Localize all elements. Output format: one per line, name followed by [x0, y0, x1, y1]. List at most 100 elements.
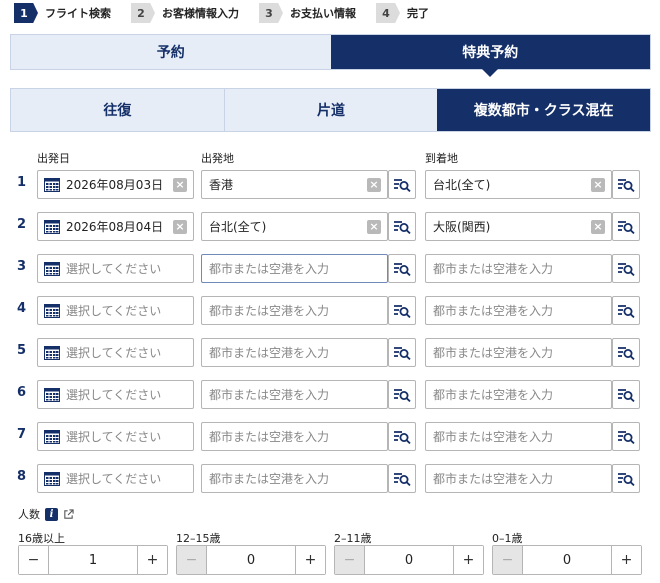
destination-input[interactable]: 台北(全て) ×: [425, 170, 612, 199]
calendar-icon: [44, 177, 60, 192]
departure-date-field[interactable]: 選択してください: [37, 464, 194, 493]
passenger-count-value[interactable]: 1: [49, 546, 137, 574]
list-search-icon: [394, 304, 411, 318]
origin-search-button[interactable]: [388, 170, 416, 199]
clear-icon[interactable]: ×: [173, 177, 187, 192]
segment-number: 1: [17, 175, 27, 190]
origin-input[interactable]: 台北(全て) ×: [201, 212, 388, 241]
departure-date-field[interactable]: 選択してください: [37, 254, 194, 283]
external-link-icon[interactable]: [63, 508, 74, 520]
passenger-count-stepper: −0 +: [176, 545, 326, 575]
booking-type-tabs: 予約 特典予約: [10, 34, 651, 77]
step-customer-info: 2 お客様情報入力: [131, 3, 239, 23]
segment-number: 8: [17, 469, 27, 484]
destination-value: 大阪(関西): [433, 220, 491, 234]
increment-button[interactable]: +: [453, 546, 483, 574]
passenger-group-label: 16歳以上: [18, 532, 65, 545]
passenger-group-label: 12–15歳: [176, 532, 221, 545]
info-icon[interactable]: i: [45, 507, 58, 521]
departure-date-field[interactable]: 選択してください: [37, 422, 194, 451]
decrement-button[interactable]: −: [19, 546, 49, 574]
passenger-count-value[interactable]: 0: [365, 546, 453, 574]
segment-row: 8 選択してください 都市または空港を入力 都市または空港を入力: [0, 464, 660, 493]
origin-search-button[interactable]: [388, 296, 416, 325]
origin-input[interactable]: 都市または空港を入力: [201, 422, 388, 451]
origin-input[interactable]: 都市または空港を入力: [201, 338, 388, 367]
destination-input[interactable]: 都市または空港を入力: [425, 380, 612, 409]
destination-search-button[interactable]: [612, 422, 640, 451]
tab-one-way[interactable]: 片道: [223, 89, 438, 131]
passenger-count-value[interactable]: 0: [207, 546, 295, 574]
destination-input[interactable]: 都市または空港を入力: [425, 464, 612, 493]
origin-value: 台北(全て): [209, 220, 267, 234]
origin-input[interactable]: 都市または空港を入力: [201, 254, 388, 283]
origin-placeholder: 都市または空港を入力: [209, 430, 330, 444]
tab-booking[interactable]: 予約: [11, 35, 331, 69]
origin-input[interactable]: 都市または空港を入力: [201, 296, 388, 325]
origin-search-button[interactable]: [388, 338, 416, 367]
list-search-icon: [618, 472, 635, 486]
origin-placeholder: 都市または空港を入力: [209, 262, 330, 276]
destination-search-button[interactable]: [612, 380, 640, 409]
destination-search-button[interactable]: [612, 170, 640, 199]
departure-date-field[interactable]: 選択してください: [37, 380, 194, 409]
clear-icon[interactable]: ×: [173, 219, 187, 234]
departure-date-field[interactable]: 選択してください: [37, 338, 194, 367]
clear-icon[interactable]: ×: [367, 177, 381, 192]
list-search-icon: [394, 262, 411, 276]
passenger-count-value[interactable]: 0: [523, 546, 611, 574]
origin-search-button[interactable]: [388, 464, 416, 493]
origin-input[interactable]: 都市または空港を入力: [201, 380, 388, 409]
step-payment-info: 3 お支払い情報: [259, 3, 356, 23]
step-label: お客様情報入力: [162, 7, 239, 20]
destination-placeholder: 都市または空港を入力: [433, 472, 554, 486]
destination-input[interactable]: 都市または空港を入力: [425, 422, 612, 451]
tab-award-booking[interactable]: 特典予約: [330, 35, 650, 77]
destination-input[interactable]: 大阪(関西) ×: [425, 212, 612, 241]
segment-row: 5 選択してください 都市または空港を入力 都市または空港を入力: [0, 338, 660, 367]
column-header-from: 出発地: [201, 152, 234, 165]
increment-button[interactable]: +: [295, 546, 325, 574]
tab-round-trip[interactable]: 往復: [11, 89, 224, 131]
decrement-button[interactable]: −: [493, 546, 523, 574]
origin-search-button[interactable]: [388, 254, 416, 283]
list-search-icon: [618, 304, 635, 318]
list-search-icon: [394, 430, 411, 444]
destination-search-button[interactable]: [612, 464, 640, 493]
decrement-button[interactable]: −: [335, 546, 365, 574]
origin-input[interactable]: 香港 ×: [201, 170, 388, 199]
destination-search-button[interactable]: [612, 338, 640, 367]
destination-input[interactable]: 都市または空港を入力: [425, 254, 612, 283]
destination-search-button[interactable]: [612, 212, 640, 241]
destination-input[interactable]: 都市または空港を入力: [425, 296, 612, 325]
step-number: 2: [131, 3, 155, 23]
departure-date-field[interactable]: 選択してください: [37, 296, 194, 325]
origin-placeholder: 都市または空港を入力: [209, 388, 330, 402]
origin-input[interactable]: 都市または空港を入力: [201, 464, 388, 493]
trip-type-tabs: 往復 片道 複数都市・クラス混在: [10, 88, 651, 132]
destination-search-button[interactable]: [612, 254, 640, 283]
increment-button[interactable]: +: [611, 546, 641, 574]
calendar-icon: [44, 429, 60, 444]
origin-search-button[interactable]: [388, 380, 416, 409]
step-number: 3: [259, 3, 283, 23]
departure-date-field[interactable]: 2026年08月03日 ×: [37, 170, 194, 199]
origin-search-button[interactable]: [388, 212, 416, 241]
clear-icon[interactable]: ×: [367, 219, 381, 234]
departure-date-field[interactable]: 2026年08月04日 ×: [37, 212, 194, 241]
origin-placeholder: 都市または空港を入力: [209, 346, 330, 360]
increment-button[interactable]: +: [137, 546, 167, 574]
clear-icon[interactable]: ×: [591, 219, 605, 234]
tab-multi-city[interactable]: 複数都市・クラス混在: [437, 89, 651, 131]
passengers-title-text: 人数: [18, 508, 40, 521]
destination-search-button[interactable]: [612, 296, 640, 325]
passenger-count-stepper: −0 +: [334, 545, 484, 575]
date-placeholder: 選択してください: [66, 346, 162, 360]
decrement-button[interactable]: −: [177, 546, 207, 574]
destination-placeholder: 都市または空港を入力: [433, 346, 554, 360]
list-search-icon: [618, 430, 635, 444]
destination-input[interactable]: 都市または空港を入力: [425, 338, 612, 367]
origin-search-button[interactable]: [388, 422, 416, 451]
clear-icon[interactable]: ×: [591, 177, 605, 192]
origin-placeholder: 都市または空港を入力: [209, 304, 330, 318]
